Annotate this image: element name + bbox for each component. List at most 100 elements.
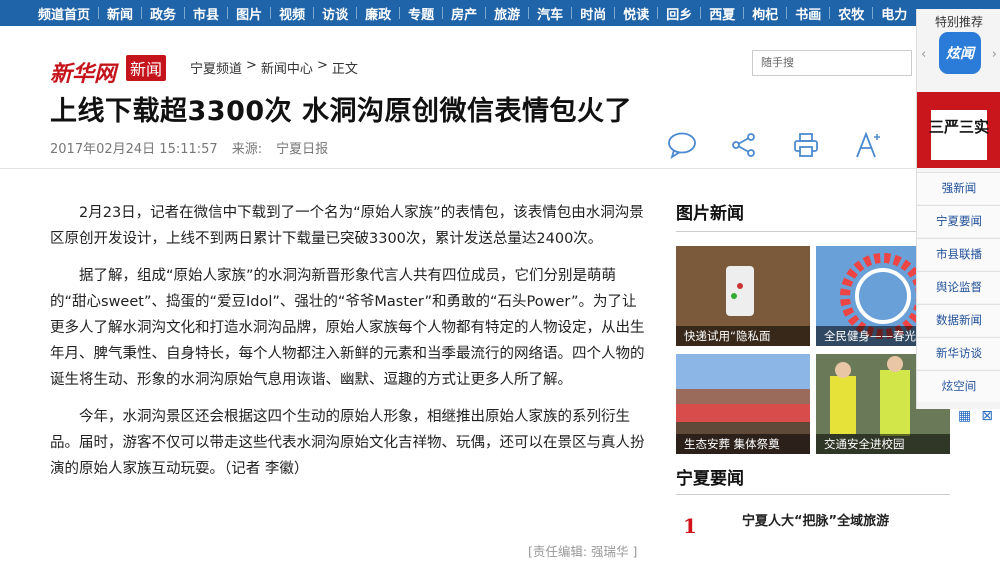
search-input[interactable]: 随手搜 xyxy=(752,50,912,76)
print-icon xyxy=(794,133,818,157)
nav-item-label[interactable]: 时尚 xyxy=(572,4,614,23)
nav-item[interactable]: 频道首页 xyxy=(30,0,98,26)
nav-item[interactable]: 汽车 xyxy=(528,0,571,26)
nav-item[interactable]: 西夏 xyxy=(700,0,743,26)
nav-item[interactable]: 悦读 xyxy=(614,0,657,26)
breadcrumb: 宁夏频道 > 新闻中心 > 正文 xyxy=(190,58,358,77)
share-icon xyxy=(732,133,755,157)
breadcrumb-item-channel[interactable]: 宁夏频道 xyxy=(190,58,242,77)
nav-item-label[interactable]: 频道首页 xyxy=(30,4,98,23)
publish-date: 2017年02月24日 15:11:57 xyxy=(50,142,218,157)
nav-item[interactable]: 时尚 xyxy=(571,0,614,26)
nav-item[interactable]: 市县 xyxy=(184,0,227,26)
nav-item[interactable]: 房产 xyxy=(442,0,485,26)
font-size-icon xyxy=(856,131,880,158)
nav-item[interactable]: 枸杞 xyxy=(743,0,786,26)
article-body: 2月23日，记者在微信中下载到了一个名为“原始人家族”的表情包，该表情包由水洞沟… xyxy=(50,200,650,493)
nav-item[interactable]: 廉政 xyxy=(356,0,399,26)
source-name: 宁夏日报 xyxy=(276,142,329,157)
app-icon[interactable]: 炫闻 xyxy=(939,32,981,74)
nav-item-label[interactable]: 西夏 xyxy=(701,4,743,23)
nav-item[interactable]: 新闻 xyxy=(98,0,141,26)
breadcrumb-sep: > xyxy=(246,58,257,73)
source-label: 来源: xyxy=(231,142,263,157)
nav-item-label[interactable]: 电力 xyxy=(873,4,915,23)
nav-item[interactable]: 图片 xyxy=(227,0,270,26)
chevron-right-icon[interactable]: › xyxy=(992,47,997,62)
float-link[interactable]: 数据新闻 xyxy=(917,304,1000,336)
nav-item-label[interactable]: 新闻 xyxy=(99,4,141,23)
responsible-editor: [责任编辑: 强瑞华 ] xyxy=(528,544,638,559)
photo-news-caption: 生态安葬 集体祭奠 xyxy=(676,434,810,454)
nav-item-label[interactable]: 农牧 xyxy=(830,4,872,23)
nav-item-label[interactable]: 廉政 xyxy=(357,4,399,23)
news-link[interactable]: 宁夏人大“把脉”全域旅游 xyxy=(742,510,889,529)
float-link[interactable]: 市县联播 xyxy=(917,238,1000,270)
float-controls: ▦ ⊠ xyxy=(958,408,993,424)
chevron-left-icon[interactable]: ‹ xyxy=(921,47,926,62)
news-rank: 1 xyxy=(683,514,697,538)
comment-button[interactable] xyxy=(666,129,698,161)
nav-item[interactable]: 访谈 xyxy=(313,0,356,26)
photo-news-caption: 交通安全进校园 xyxy=(816,434,950,454)
float-link[interactable]: 炫空间 xyxy=(917,370,1000,402)
page-title: 上线下载超3300次 水洞沟原创微信表情包火了 xyxy=(50,96,633,127)
top-nav: 频道首页 新闻 政务 市县 图片 视频 访谈 廉政 专题 房产 旅游 汽车 时尚 悦读 回乡 西夏 枸杞 书画 农牧… xyxy=(0,0,1000,26)
nav-item[interactable]: 电力 xyxy=(872,0,915,26)
font-size-button[interactable] xyxy=(852,129,884,161)
top-nav-list: 频道首页 新闻 政务 市县 图片 视频 访谈 廉政 专题 房产 旅游 汽车 时尚 悦读 回乡 西夏 枸杞 书画 农牧… xyxy=(0,0,1000,26)
nav-item-label[interactable]: 房产 xyxy=(443,4,485,23)
nav-item-label[interactable]: 悦读 xyxy=(615,4,657,23)
nav-item[interactable]: 书画 xyxy=(786,0,829,26)
nav-item-label[interactable]: 回乡 xyxy=(658,4,700,23)
float-link[interactable]: 强新闻 xyxy=(917,172,1000,204)
nav-item-label[interactable]: 图片 xyxy=(228,4,270,23)
nav-item-label[interactable]: 汽车 xyxy=(529,4,571,23)
nav-item[interactable]: 回乡 xyxy=(657,0,700,26)
ningxia-news-title: 宁夏要闻 xyxy=(676,469,744,489)
logo-badge[interactable]: 新闻 xyxy=(126,55,167,81)
float-link[interactable]: 新华访谈 xyxy=(917,337,1000,369)
floating-sidebar: 特别推荐 ‹ 炫闻 › 三严三实 强新闻 宁夏要闻 市县联播 舆论监督 数据新闻… xyxy=(916,9,1000,409)
nav-item-label[interactable]: 专题 xyxy=(400,4,442,23)
nav-item[interactable]: 政务 xyxy=(141,0,184,26)
article-paragraph: 今年，水洞沟景区还会根据这四个生动的原始人形象，相继推出原始人家族的系列衍生品。… xyxy=(50,409,645,477)
promo-banner[interactable]: 三严三实 xyxy=(917,92,1000,168)
nav-item[interactable]: 视频 xyxy=(270,0,313,26)
photo-news-title: 图片新闻 xyxy=(676,204,744,224)
float-link[interactable]: 舆论监督 xyxy=(917,271,1000,303)
promo-text-top: 三严三实 xyxy=(929,118,989,136)
nav-item-label[interactable]: 旅游 xyxy=(486,4,528,23)
comment-icon xyxy=(668,132,696,159)
float-header: 特别推荐 xyxy=(934,15,983,29)
site-logo[interactable]: 新华网 xyxy=(50,56,116,88)
page-header: 新华网 新闻 宁夏频道 > 新闻中心 > 正文 随手搜 上线下载超3300次 水… xyxy=(0,26,1000,169)
nav-item-label[interactable]: 视频 xyxy=(271,4,313,23)
photo-news-item[interactable]: 快递试用“隐私面 xyxy=(676,246,810,346)
photo-news-caption: 快递试用“隐私面 xyxy=(676,326,810,346)
nav-item[interactable]: 旅游 xyxy=(485,0,528,26)
qrcode-icon[interactable]: ▦ xyxy=(958,408,971,424)
promo-image: 三严三实 xyxy=(917,92,1000,168)
article-tools xyxy=(666,129,884,161)
article-meta: 2017年02月24日 15:11:57 来源: 宁夏日报 xyxy=(50,138,328,157)
nav-item-label[interactable]: 枸杞 xyxy=(744,4,786,23)
breadcrumb-item-current: 正文 xyxy=(331,62,358,77)
share-button[interactable] xyxy=(728,129,760,161)
divider xyxy=(676,494,950,495)
nav-item-label[interactable]: 书画 xyxy=(787,4,829,23)
nav-item[interactable]: 专题 xyxy=(399,0,442,26)
nav-item-label[interactable]: 访谈 xyxy=(314,4,356,23)
nav-item-label[interactable]: 政务 xyxy=(142,4,184,23)
close-icon[interactable]: ⊠ xyxy=(981,408,993,424)
photo-news-item[interactable]: 生态安葬 集体祭奠 xyxy=(676,354,810,454)
article-paragraph: 2月23日，记者在微信中下载到了一个名为“原始人家族”的表情包，该表情包由水洞沟… xyxy=(50,205,644,247)
print-button[interactable] xyxy=(790,129,822,161)
float-link[interactable]: 宁夏要闻 xyxy=(917,205,1000,237)
article-paragraph: 据了解，组成“原始人家族”的水洞沟新晋形象代言人共有四位成员，它们分别是萌萌的“… xyxy=(50,268,645,388)
breadcrumb-sep: > xyxy=(316,58,328,73)
nav-item[interactable]: 农牧 xyxy=(829,0,872,26)
breadcrumb-item-news-center[interactable]: 新闻中心 xyxy=(261,58,313,77)
nav-item-label[interactable]: 市县 xyxy=(185,4,227,23)
divider xyxy=(676,231,950,232)
